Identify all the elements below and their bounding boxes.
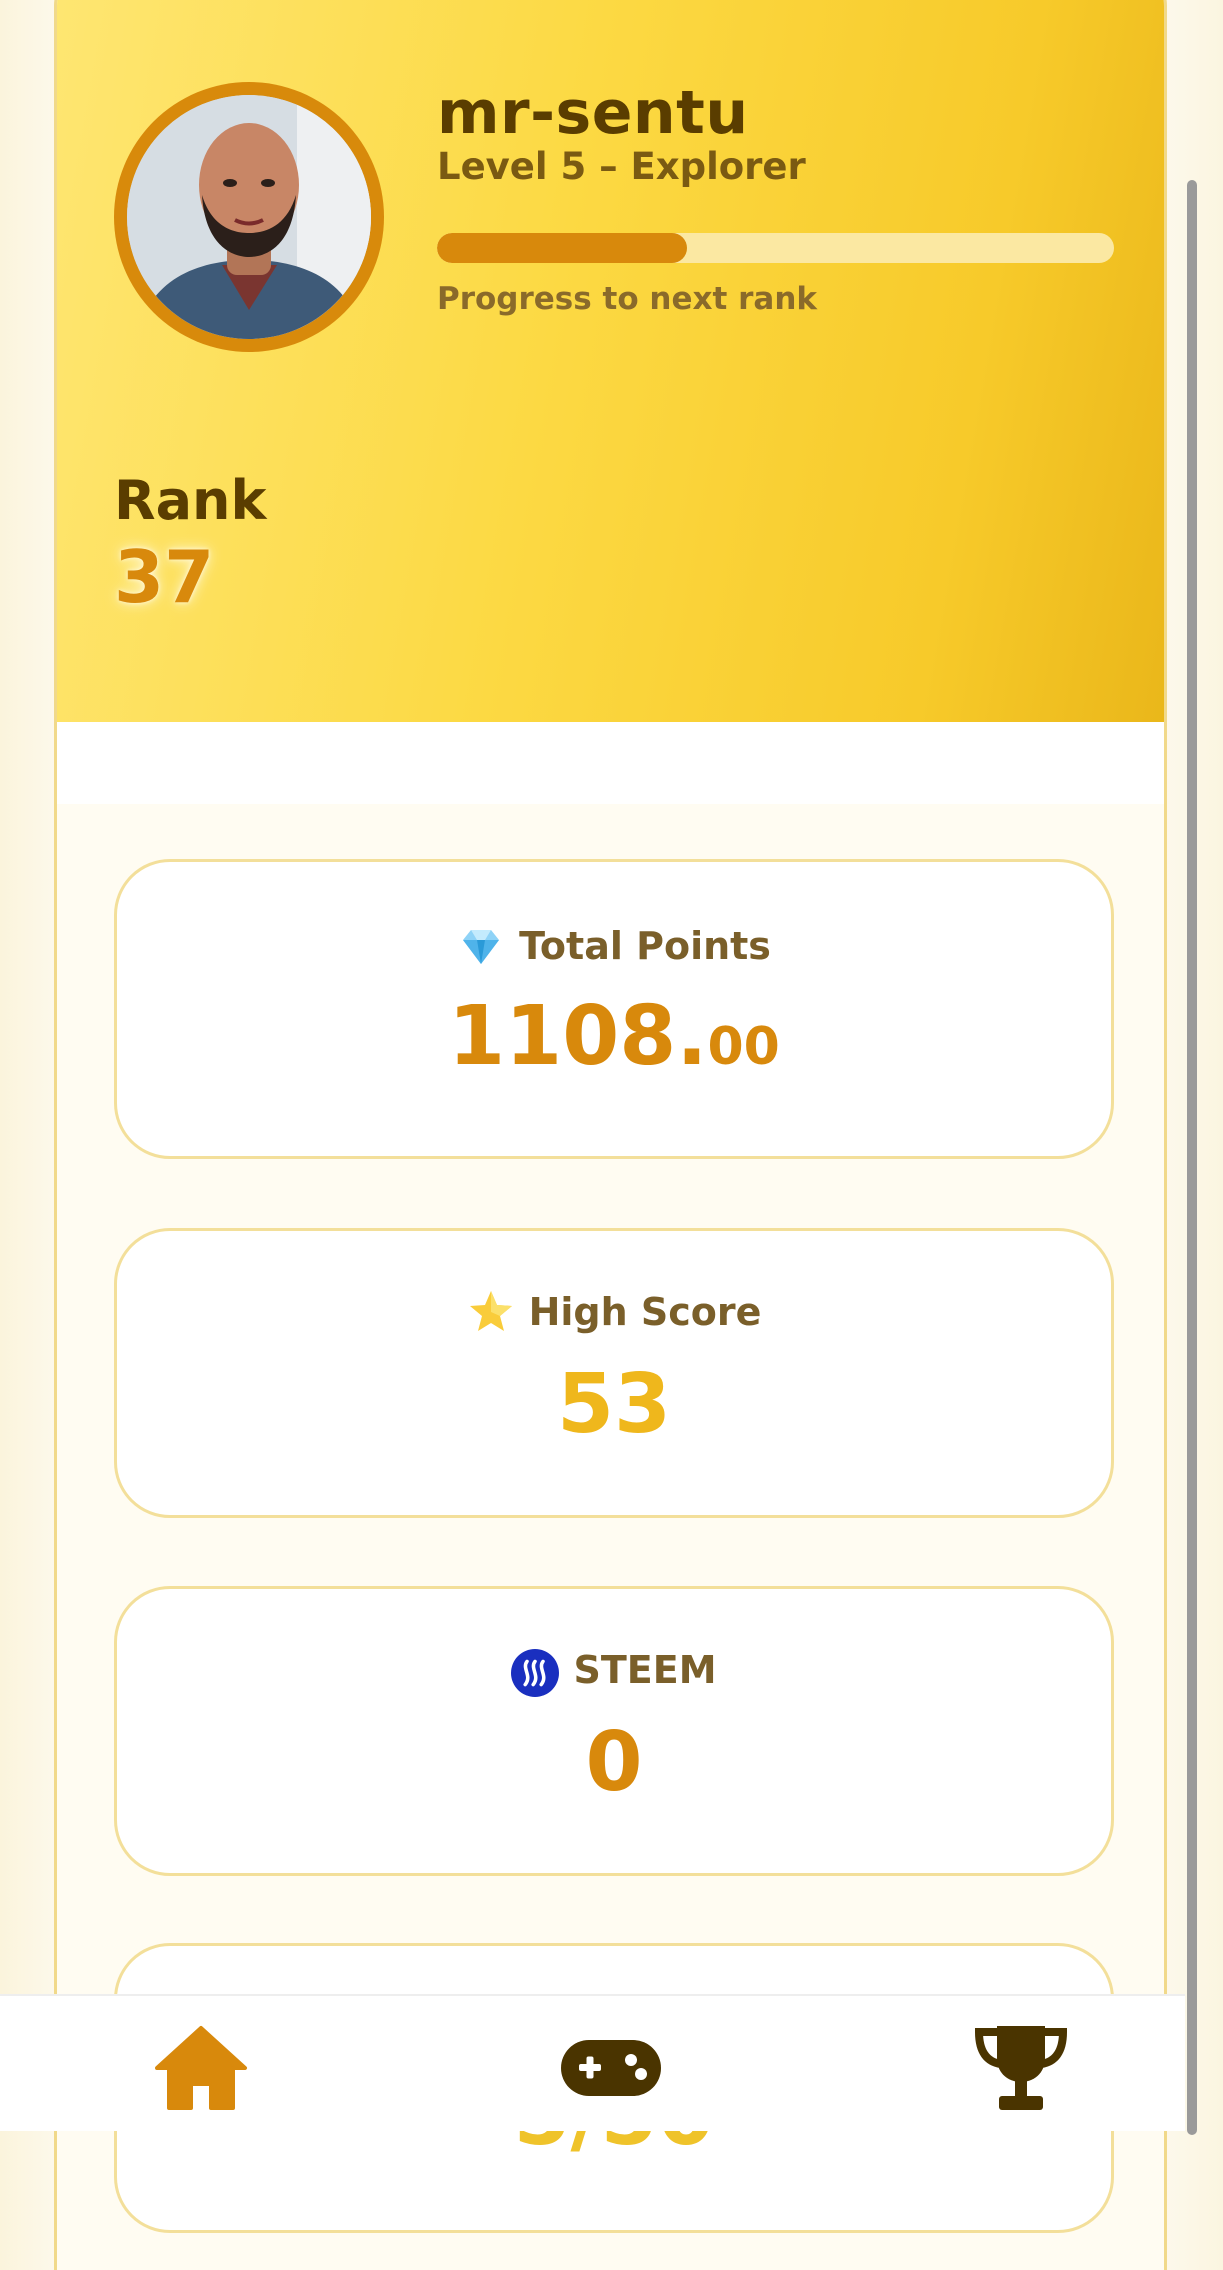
trophy-icon [974, 2026, 1068, 2110]
stat-card-high-score: High Score 53 [114, 1228, 1114, 1518]
person-icon [127, 95, 371, 339]
stat-title: STEEM [573, 1648, 717, 1692]
header-divider [57, 722, 1164, 804]
home-icon [155, 2026, 247, 2110]
stat-value-decimals: 00 [707, 1017, 780, 1077]
username: mr-sentu [437, 78, 749, 148]
stat-value: 1108.00 [117, 996, 1111, 1078]
gem-icon [457, 922, 505, 970]
rank-progress-bar [437, 233, 1114, 263]
rank-value: 37 [114, 535, 215, 619]
progress-label: Progress to next rank [437, 281, 818, 317]
stat-card-steem: STEEM 0 [114, 1586, 1114, 1876]
rank-progress-fill [437, 233, 688, 263]
steem-icon [511, 1646, 560, 1697]
rank-label: Rank [114, 469, 267, 532]
avatar-photo [127, 95, 371, 339]
scrollbar[interactable] [1187, 180, 1197, 2135]
avatar[interactable] [114, 82, 384, 352]
profile-card: mr-sentu Level 5 – Explorer Progress to … [54, 0, 1167, 2270]
level-label: Level 5 – Explorer [437, 145, 806, 188]
stat-card-total-points: Total Points 1108.00 [114, 859, 1114, 1159]
bottom-nav [0, 1994, 1185, 2131]
stat-title: High Score [528, 1290, 762, 1334]
stat-title: Total Points [519, 924, 771, 968]
star-icon [467, 1288, 515, 1336]
stat-title-row: High Score [117, 1288, 1111, 1336]
stat-title-row: Total Points [117, 922, 1111, 970]
stat-value-integer: 1108. [448, 989, 708, 1084]
nav-home-button[interactable] [146, 2018, 256, 2118]
nav-leaderboard-button[interactable] [966, 2018, 1076, 2118]
nav-games-button[interactable] [556, 2018, 666, 2118]
stat-value: 53 [556, 1357, 672, 1452]
gamepad-icon [561, 2040, 661, 2096]
stat-title-row: STEEM [117, 1646, 1111, 1697]
stat-value: 0 [585, 1715, 643, 1810]
